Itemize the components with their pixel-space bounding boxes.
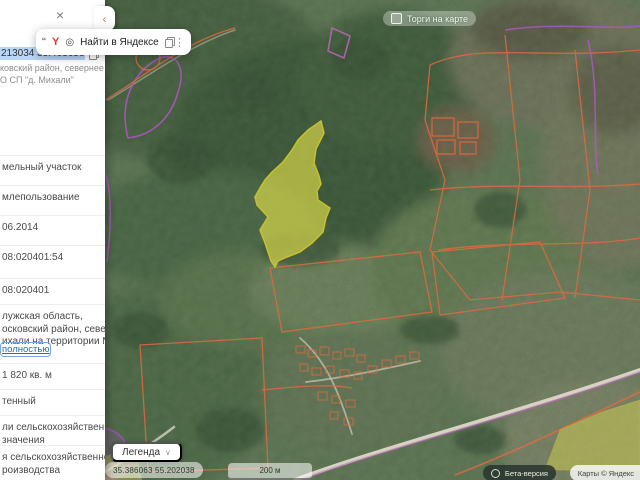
cadastral-quarter-value: 08:020401 xyxy=(2,285,50,296)
row-object-type: мельный участок xyxy=(0,155,105,174)
row-address: лужская область, осковский район, северн… xyxy=(0,304,105,349)
beta-logo-icon xyxy=(490,468,500,478)
row-land-category: ли сельскохозяйственного значения xyxy=(0,415,105,447)
yandex-icon[interactable]: Y xyxy=(52,36,59,48)
row-reg-date: 06.2014 xyxy=(0,215,105,234)
scale-label: 200 м xyxy=(259,466,281,475)
chevron-left-icon: ‹ xyxy=(102,11,107,26)
app-window: Торги на карте Легенда ∨ 35.386063 55.20… xyxy=(0,0,640,480)
panel-collapse-tab[interactable]: ‹ xyxy=(94,6,115,31)
row-permitted-use: я сельскохозяйственного роизводства xyxy=(0,445,105,477)
map-attribution[interactable]: Карты © Яндекс xyxy=(569,465,640,480)
selection-toolbar: “ Y ◎ Найти в Яндексе ⋮ xyxy=(36,29,191,55)
subtitle-line1: ковский район, севернее д. xyxy=(0,63,105,73)
status-value: тенный xyxy=(2,396,36,407)
close-icon[interactable]: × xyxy=(56,8,64,22)
usage-kind-value: млепользование xyxy=(2,192,80,203)
permitted-use-line2: роизводства xyxy=(2,464,61,476)
category-line1: ли сельскохозяйственного xyxy=(2,422,105,433)
address-line1: лужская область, xyxy=(2,311,83,322)
object-type-value: мельный участок xyxy=(2,162,82,173)
find-in-yandex-button[interactable]: Найти в Яндексе xyxy=(80,37,159,48)
row-expand-link: полностью xyxy=(0,342,52,357)
attribution-label: Карты © Яндекс xyxy=(577,468,634,478)
subtitle-line2: О СП "д. Михали" xyxy=(0,75,74,85)
auctions-toggle-label: Торги на карте xyxy=(407,13,469,24)
status-coords: 35.386063 55.202038 xyxy=(113,465,195,475)
address-line2: осковский район, севернее xyxy=(2,323,105,335)
row-cadastral-quarter: 08:020401 xyxy=(0,278,105,297)
beta-version-badge: Бета-версия xyxy=(482,465,556,480)
quote-icon[interactable]: “ xyxy=(42,35,46,49)
cadastral-number-value: 08:020401:54 xyxy=(2,252,64,263)
auctions-checkbox[interactable] xyxy=(391,13,402,24)
row-cadastral-number: 08:020401:54 xyxy=(0,245,105,264)
auctions-on-map-toggle[interactable]: Торги на карте xyxy=(383,11,477,26)
row-status: тенный xyxy=(0,389,105,408)
object-subtitle: ковский район, севернее д. О СП "д. Миха… xyxy=(0,62,105,86)
chevron-down-icon: ∨ xyxy=(165,448,171,457)
copy-icon[interactable] xyxy=(164,37,175,48)
permitted-use-line1: я сельскохозяйственного xyxy=(2,452,105,463)
area-value: 1 820 кв. м xyxy=(2,370,52,381)
cursor-coordinates-readout: 35.386063 55.202038 xyxy=(105,462,203,478)
map-scale-bar: 200 м xyxy=(228,463,312,480)
search-circle-icon: ◎ xyxy=(65,36,75,48)
object-info-panel: × 213034 35.403656 ковский район, северн… xyxy=(0,0,105,480)
legend-button-label: Легенда xyxy=(122,446,161,458)
reg-date-value: 06.2014 xyxy=(2,222,39,233)
legend-button[interactable]: Легенда ∨ xyxy=(111,442,182,462)
read-full-link[interactable]: полностью xyxy=(0,342,52,357)
more-options-icon[interactable]: ⋮ xyxy=(174,36,185,49)
row-area: 1 820 кв. м xyxy=(0,363,105,382)
row-usage-kind: млепользование xyxy=(0,185,105,204)
beta-badge-label: Бета-версия xyxy=(504,468,548,478)
